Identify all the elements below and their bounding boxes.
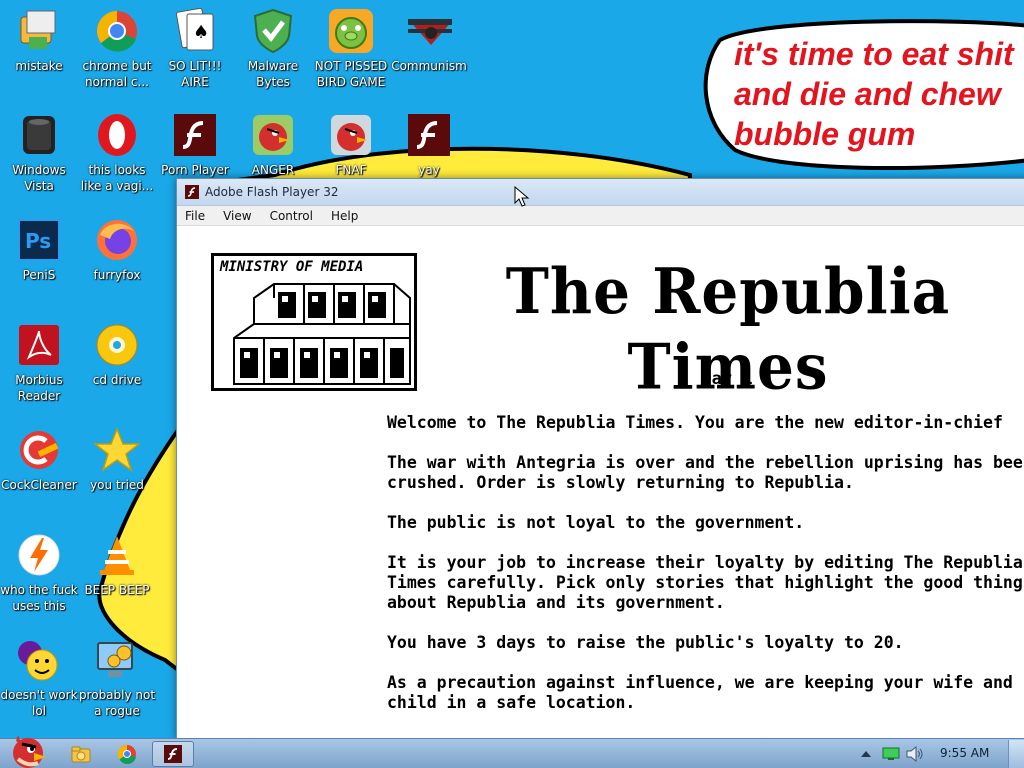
desktop-icon-you-tried[interactable]: you tried [78,427,156,493]
desktop-icon-yay[interactable]: yay [390,112,468,178]
intro-paragraph: Welcome to The Republia Times. You are t… [387,413,1003,432]
intro-text: Welcome to The Republia Times. You are t… [387,413,1024,733]
desktop-icon-solitaire[interactable]: ♠ SO LIT!!! AIRE [156,8,234,90]
svg-text:♠: ♠ [193,22,209,43]
folder-icon [71,746,91,763]
desktop-icon-windows-vista[interactable]: Windows Vista [0,112,78,194]
intro-paragraph: You have 3 days to raise the public's lo… [387,633,904,652]
communism-icon [406,8,452,54]
desktop-icon-cd-drive[interactable]: cd drive [78,322,156,388]
photoshop-icon: Ps [16,217,62,263]
bad-piggies-icon [328,8,374,54]
svg-text:Ps: Ps [25,229,51,253]
vlc-icon [94,532,140,578]
day-label: Day 1 [701,369,753,389]
chrome-icon [94,8,140,54]
desktop-icon-who-uses-this[interactable]: who the fuck uses this [0,532,78,614]
ministry-of-media-logo: MINISTRY OF MEDIA [211,253,417,391]
flash-yay-icon [406,112,452,158]
volume-icon[interactable] [906,746,924,762]
flash-player-icon [172,112,218,158]
cd-drive-icon [94,322,140,368]
firefox-icon [94,217,140,263]
desktop-icon-bad-piggies[interactable]: NOT PISSED BIRD GAME [312,8,390,90]
start-button[interactable] [4,731,50,768]
mistake-icon [16,8,62,54]
lightning-icon [16,532,62,578]
malwarebytes-icon [250,8,296,54]
desktop-icon-doesnt-work[interactable]: doesn't work lol [0,637,78,719]
ministry-building-drawing [233,283,411,385]
flash-window-icon [185,185,199,199]
intro-paragraph: It is your job to increase their loyalty… [387,553,1024,612]
taskbar-flash-player[interactable] [152,741,194,767]
opera-icon [94,112,140,158]
desktop-icon-communism[interactable]: Communism [390,8,468,74]
angry-birds-fnaf-icon [328,112,374,158]
desktop-icon-beep-beep[interactable]: BEEP BEEP [78,532,156,598]
ministry-label: MINISTRY OF MEDIA [220,259,364,275]
taskbar-explorer[interactable] [64,741,98,767]
network-icon[interactable] [882,747,900,761]
chrome-icon [117,744,136,764]
desktop-icon-anger[interactable]: ANGER [234,112,312,178]
desktop: it's time to eat shit and die and chew b… [0,0,1024,738]
desktop-icon-opera[interactable]: this looks like a vagi... [78,112,156,194]
yahoo-messenger-icon [16,637,62,683]
windows-vista-icon [16,112,62,158]
taskbar-clock[interactable]: 9:55 AM [940,746,989,760]
window-titlebar[interactable]: Adobe Flash Player 32 [177,179,1024,206]
intro-paragraph: The public is not loyal to the governmen… [387,513,805,532]
desktop-icon-firefox[interactable]: furryfox [78,217,156,283]
desktop-icon-photoshop[interactable]: Ps PeniS [0,217,78,283]
rogue-software-icon [94,637,140,683]
menu-file[interactable]: File [183,208,207,224]
taskbar-chrome[interactable] [108,741,146,767]
taskbar: 9:55 AM [0,735,1024,768]
bubble-text: it's time to eat shit and die and chew b… [734,36,1014,152]
desktop-icon-not-a-rogue[interactable]: probably not a rogue [78,637,156,719]
flash-player-icon [164,745,182,763]
menu-help[interactable]: Help [329,208,360,224]
flash-player-window[interactable]: Adobe Flash Player 32 File View Control … [176,178,1024,738]
adobe-reader-icon [16,322,62,368]
solitaire-icon: ♠ [172,8,218,54]
star-icon [94,427,140,473]
menu-bar: File View Control Help [177,206,1024,226]
angry-birds-icon [250,112,296,158]
intro-paragraph: As a precaution against influence, we ar… [387,673,1013,712]
tray-expand-icon[interactable] [860,749,872,759]
desktop-icon-malwarebytes[interactable]: Malware Bytes [234,8,312,90]
desktop-icon-fnaf[interactable]: FNAF [312,112,390,178]
window-title: Adobe Flash Player 32 [205,185,339,199]
angry-bird-start-icon [13,735,46,768]
desktop-icon-cockcleaner[interactable]: CockCleaner [0,427,78,493]
show-desktop-button[interactable] [1008,740,1024,768]
intro-paragraph: The war with Antegria is over and the re… [387,453,1024,492]
speech-bubble: it's time to eat shit and die and chew b… [700,14,1024,174]
desktop-icon-porn-player[interactable]: Porn Player [156,112,234,178]
game-canvas[interactable]: MINISTRY OF MEDIA The Republia Times Day… [177,227,1024,738]
desktop-icon-chrome[interactable]: chrome but normal c... [78,8,156,90]
menu-control[interactable]: Control [268,208,315,224]
ccleaner-icon [16,427,62,473]
mouse-cursor-icon [514,186,530,207]
desktop-icon-mistake[interactable]: mistake [0,8,78,74]
desktop-icon-morbius-reader[interactable]: Morbius Reader [0,322,78,404]
menu-view[interactable]: View [221,208,253,224]
